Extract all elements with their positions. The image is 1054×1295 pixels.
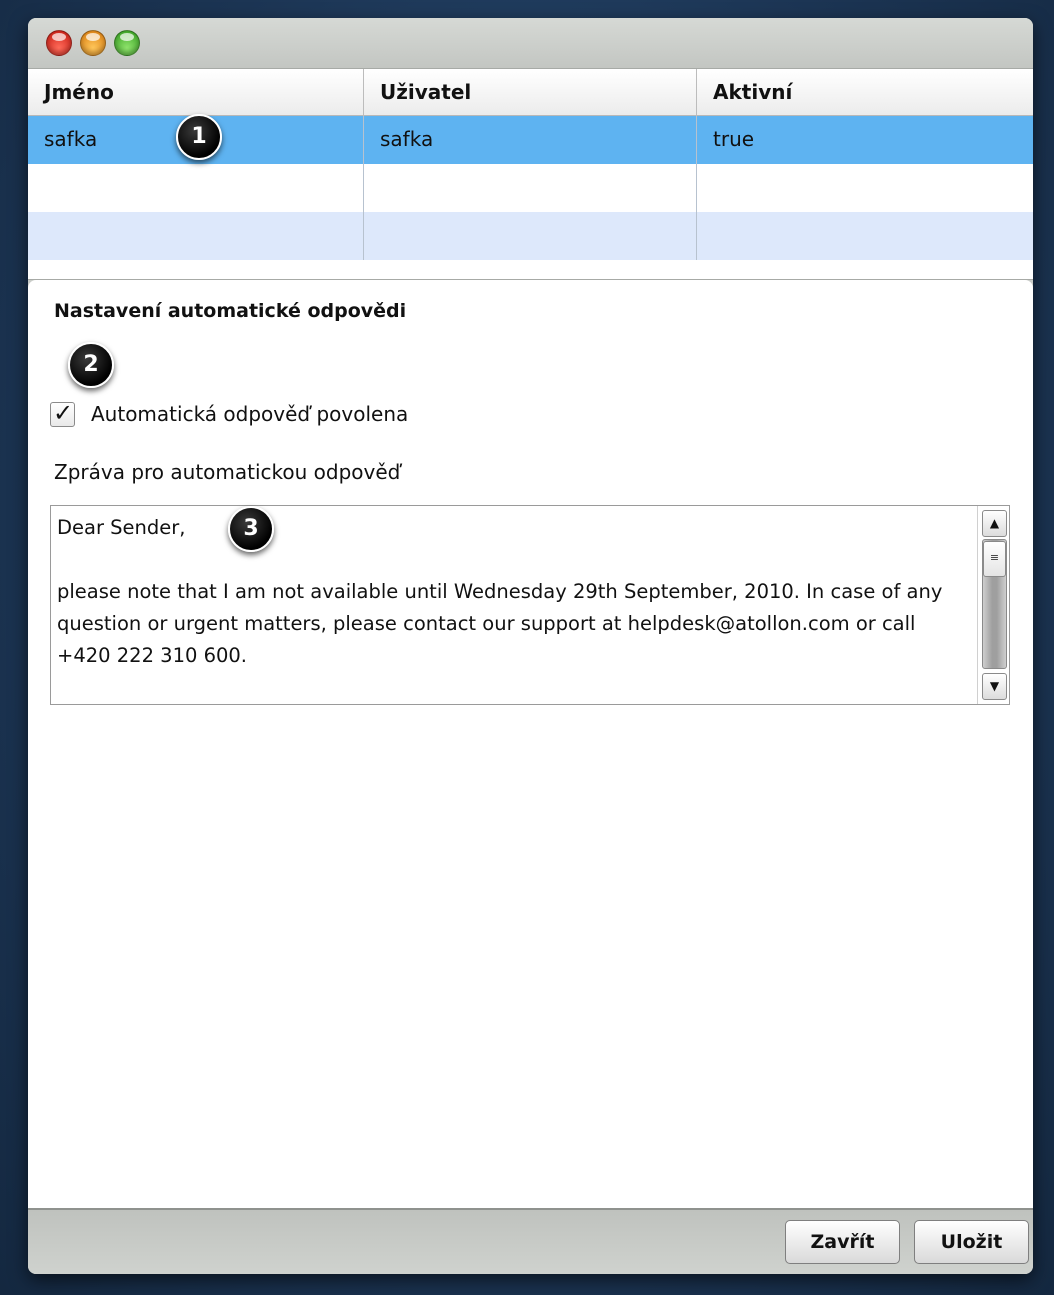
- title-bar: [28, 18, 1033, 68]
- auto-reply-enabled-checkbox[interactable]: ✓: [50, 399, 75, 427]
- scroll-up-arrow-icon[interactable]: ▲: [982, 510, 1007, 537]
- table-header: Jméno Uživatel Aktivní: [28, 69, 1033, 116]
- auto-reply-enabled-label[interactable]: Automatická odpověď povolena: [91, 402, 408, 426]
- section-title: Nastavení automatické odpovědi: [54, 300, 407, 322]
- empty-table-row: [28, 212, 1033, 260]
- close-window-button[interactable]: [46, 30, 72, 56]
- save-button[interactable]: Uložit: [914, 1220, 1029, 1264]
- zoom-window-button[interactable]: [114, 30, 140, 56]
- cell-user: safka: [364, 116, 697, 164]
- callout-marker-2: 2: [68, 342, 114, 388]
- button-bar: Zavřít Uložit: [28, 1208, 1033, 1274]
- empty-table-row: [28, 164, 1033, 212]
- auto-reply-window: Jméno Uživatel Aktivní safka safka true …: [28, 18, 1033, 1274]
- auto-reply-message-textarea[interactable]: Dear Sender, please note that I am not a…: [50, 505, 1010, 705]
- vertical-scrollbar[interactable]: ▲ ≡ ▼: [977, 506, 1009, 704]
- users-table: Jméno Uživatel Aktivní safka safka true: [28, 68, 1033, 280]
- scroll-down-arrow-icon[interactable]: ▼: [982, 673, 1007, 700]
- auto-reply-settings-panel: Nastavení automatické odpovědi ✓ Automat…: [28, 280, 1033, 1208]
- column-header-name[interactable]: Jméno: [28, 69, 364, 116]
- minimize-window-button[interactable]: [80, 30, 106, 56]
- callout-marker-3: 3: [228, 506, 274, 552]
- column-header-user[interactable]: Uživatel: [364, 69, 697, 116]
- column-header-active[interactable]: Aktivní: [697, 69, 1033, 116]
- callout-marker-1: 1: [176, 114, 222, 160]
- auto-reply-message-text: Dear Sender, please note that I am not a…: [57, 516, 943, 667]
- scroll-track[interactable]: ≡: [982, 539, 1007, 669]
- scroll-thumb[interactable]: ≡: [983, 541, 1006, 577]
- message-label: Zpráva pro automatickou odpověď: [54, 460, 401, 484]
- close-button[interactable]: Zavřít: [785, 1220, 900, 1264]
- cell-active: true: [713, 127, 755, 151]
- checkmark-icon: ✓: [53, 399, 74, 427]
